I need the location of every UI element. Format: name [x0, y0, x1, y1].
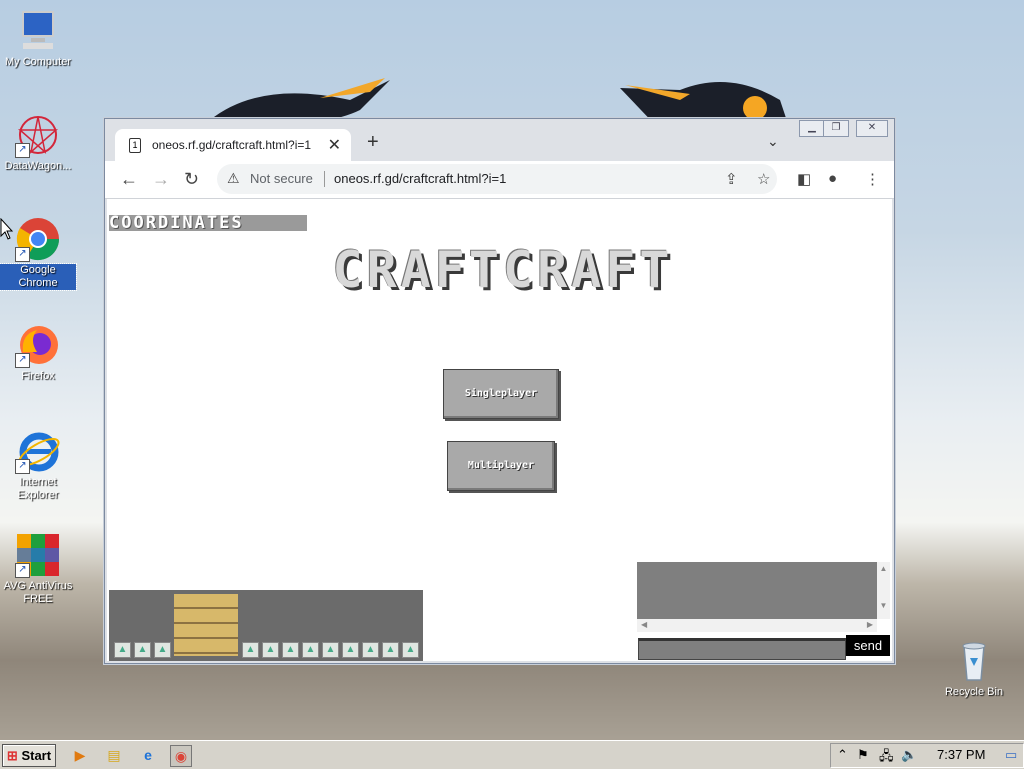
hotbar-slot[interactable]: ▲: [154, 642, 171, 658]
desktop-icon-label: Google Chrome: [0, 263, 77, 291]
profile-avatar-icon[interactable]: ●: [828, 170, 837, 187]
action-center-flag-icon[interactable]: ⚑: [857, 747, 869, 763]
share-icon[interactable]: ⇪: [725, 170, 738, 188]
windows-flag-icon: ⊞: [6, 748, 18, 763]
hotbar-slot[interactable]: ▲: [114, 642, 131, 658]
game-logo-title: CRAFTCRAFT: [332, 241, 674, 299]
chat-vertical-scrollbar[interactable]: ▲ ▼: [877, 562, 890, 619]
desktop-icon-label: Firefox: [21, 370, 55, 382]
hotbar-slot[interactable]: ▲: [362, 642, 379, 658]
browser-toolbar: ← → ↻ ⚠ Not secure oneos.rf.gd/craftcraf…: [105, 161, 894, 199]
media-player-icon[interactable]: ▶: [70, 745, 90, 765]
system-tray: ⌃ ⚑ 🖧 🔈 7:37 PM ▭: [830, 743, 1024, 768]
start-button[interactable]: ⊞ Start: [2, 744, 56, 767]
chrome-icon: ↗: [15, 216, 61, 262]
hotbar-slot[interactable]: ▲: [402, 642, 419, 658]
chat-log: [637, 562, 877, 619]
forward-arrow-icon[interactable]: →: [152, 169, 170, 190]
address-separator: [324, 171, 325, 187]
address-bar[interactable]: ⚠ Not secure oneos.rf.gd/craftcraft.html…: [217, 164, 777, 194]
internet-explorer-icon: ↗: [15, 428, 61, 474]
side-panel-icon[interactable]: ◧: [797, 170, 811, 188]
hotbar-slot[interactable]: ▲: [282, 642, 299, 658]
tab-search-chevron-icon[interactable]: ⌄: [767, 133, 779, 150]
shortcut-arrow-icon: ↗: [15, 247, 30, 262]
chrome-taskbar-icon[interactable]: ◉: [170, 745, 192, 767]
desktop-icon-my-computer[interactable]: My Computer: [0, 8, 76, 69]
security-status[interactable]: Not secure: [250, 171, 313, 186]
bookmark-star-icon[interactable]: ☆: [757, 170, 770, 188]
selected-block-planks[interactable]: [174, 594, 238, 656]
shortcut-arrow-icon: ↗: [15, 459, 30, 474]
hotbar: ▲ ▲ ▲ ▲ ▲ ▲ ▲ ▲ ▲ ▲ ▲ ▲: [109, 590, 423, 661]
datawagon-icon: ↗: [15, 112, 61, 158]
url-text[interactable]: oneos.rf.gd/craftcraft.html?i=1: [334, 171, 506, 186]
hotbar-slot[interactable]: ▲: [342, 642, 359, 658]
chat-horizontal-scrollbar[interactable]: ◀ ▶: [637, 619, 877, 632]
send-button[interactable]: send: [846, 635, 890, 656]
singleplayer-button[interactable]: Singleplayer: [443, 369, 559, 419]
avg-antivirus-icon: ↗: [15, 532, 61, 578]
shortcut-arrow-icon: ↗: [15, 353, 30, 368]
minimize-window-button[interactable]: ▁: [799, 120, 825, 137]
show-desktop-icon[interactable]: ▭: [1005, 747, 1017, 763]
start-label: Start: [21, 748, 52, 763]
recycle-bin-icon: [951, 638, 997, 684]
reload-icon[interactable]: ↻: [184, 169, 199, 190]
desktop-icon-label: Internet Explorer: [17, 476, 59, 501]
desktop-icon-label: Recycle Bin: [944, 686, 1004, 698]
shortcut-arrow-icon: ↗: [15, 563, 30, 578]
firefox-icon: ↗: [15, 322, 61, 368]
network-icon[interactable]: 🖧: [879, 747, 894, 769]
clock[interactable]: 7:37 PM: [937, 747, 985, 762]
game-page: COORDINATES CRAFTCRAFT Singleplayer Mult…: [107, 199, 892, 661]
hotbar-slot[interactable]: ▲: [322, 642, 339, 658]
warning-triangle-icon[interactable]: ⚠: [227, 170, 240, 187]
tab-title: oneos.rf.gd/craftcraft.html?i=1: [152, 138, 312, 152]
tab-strip: 1 oneos.rf.gd/craftcraft.html?i=1 ✕ + ⌄ …: [105, 119, 894, 161]
more-menu-icon[interactable]: ⋮: [865, 170, 880, 188]
shortcut-arrow-icon: ↗: [15, 143, 30, 158]
close-window-button[interactable]: ✕: [856, 120, 888, 137]
internet-explorer-taskbar-icon[interactable]: e: [138, 745, 158, 765]
desktop-icon-firefox[interactable]: ↗ Firefox: [0, 322, 76, 383]
browser-window: 1 oneos.rf.gd/craftcraft.html?i=1 ✕ + ⌄ …: [104, 118, 895, 664]
desktop-icon-label: DataWagon...: [4, 160, 72, 172]
new-tab-icon[interactable]: +: [367, 131, 379, 154]
multiplayer-button[interactable]: Multiplayer: [447, 441, 555, 491]
desktop-icon-datawagon[interactable]: ↗ DataWagon...: [0, 112, 76, 173]
volume-icon[interactable]: 🔈: [901, 747, 917, 763]
browser-tab[interactable]: 1 oneos.rf.gd/craftcraft.html?i=1 ✕: [115, 129, 351, 161]
tab-close-icon[interactable]: ✕: [328, 135, 341, 155]
chat-input[interactable]: [638, 638, 846, 660]
desktop-icon-internet-explorer[interactable]: ↗ Internet Explorer: [0, 428, 76, 502]
back-arrow-icon[interactable]: ←: [120, 169, 138, 190]
mouse-cursor-icon: [0, 218, 14, 240]
hotbar-slot[interactable]: ▲: [382, 642, 399, 658]
restore-window-button[interactable]: ❐: [823, 120, 849, 137]
desktop-icon-label: AVG AntiVirus FREE: [3, 580, 73, 605]
hotbar-slot[interactable]: ▲: [242, 642, 259, 658]
computer-icon: [15, 8, 61, 54]
hotbar-slot[interactable]: ▲: [302, 642, 319, 658]
coordinates-label: COORDINATES: [109, 215, 307, 231]
folder-icon[interactable]: ▤: [104, 745, 124, 765]
hotbar-slot[interactable]: ▲: [262, 642, 279, 658]
page-favicon-icon: 1: [129, 138, 141, 153]
hotbar-slot[interactable]: ▲: [134, 642, 151, 658]
desktop-icon-label: My Computer: [4, 56, 72, 68]
taskbar: ⊞ Start ▶ ▤ e ◉ ⌃ ⚑ 🖧 🔈 7:37 PM ▭: [0, 740, 1024, 769]
desktop-icon-avg-antivirus[interactable]: ↗ AVG AntiVirus FREE: [0, 532, 76, 606]
show-hidden-icons-icon[interactable]: ⌃: [837, 747, 848, 763]
desktop-icon-recycle-bin[interactable]: Recycle Bin: [936, 638, 1012, 699]
